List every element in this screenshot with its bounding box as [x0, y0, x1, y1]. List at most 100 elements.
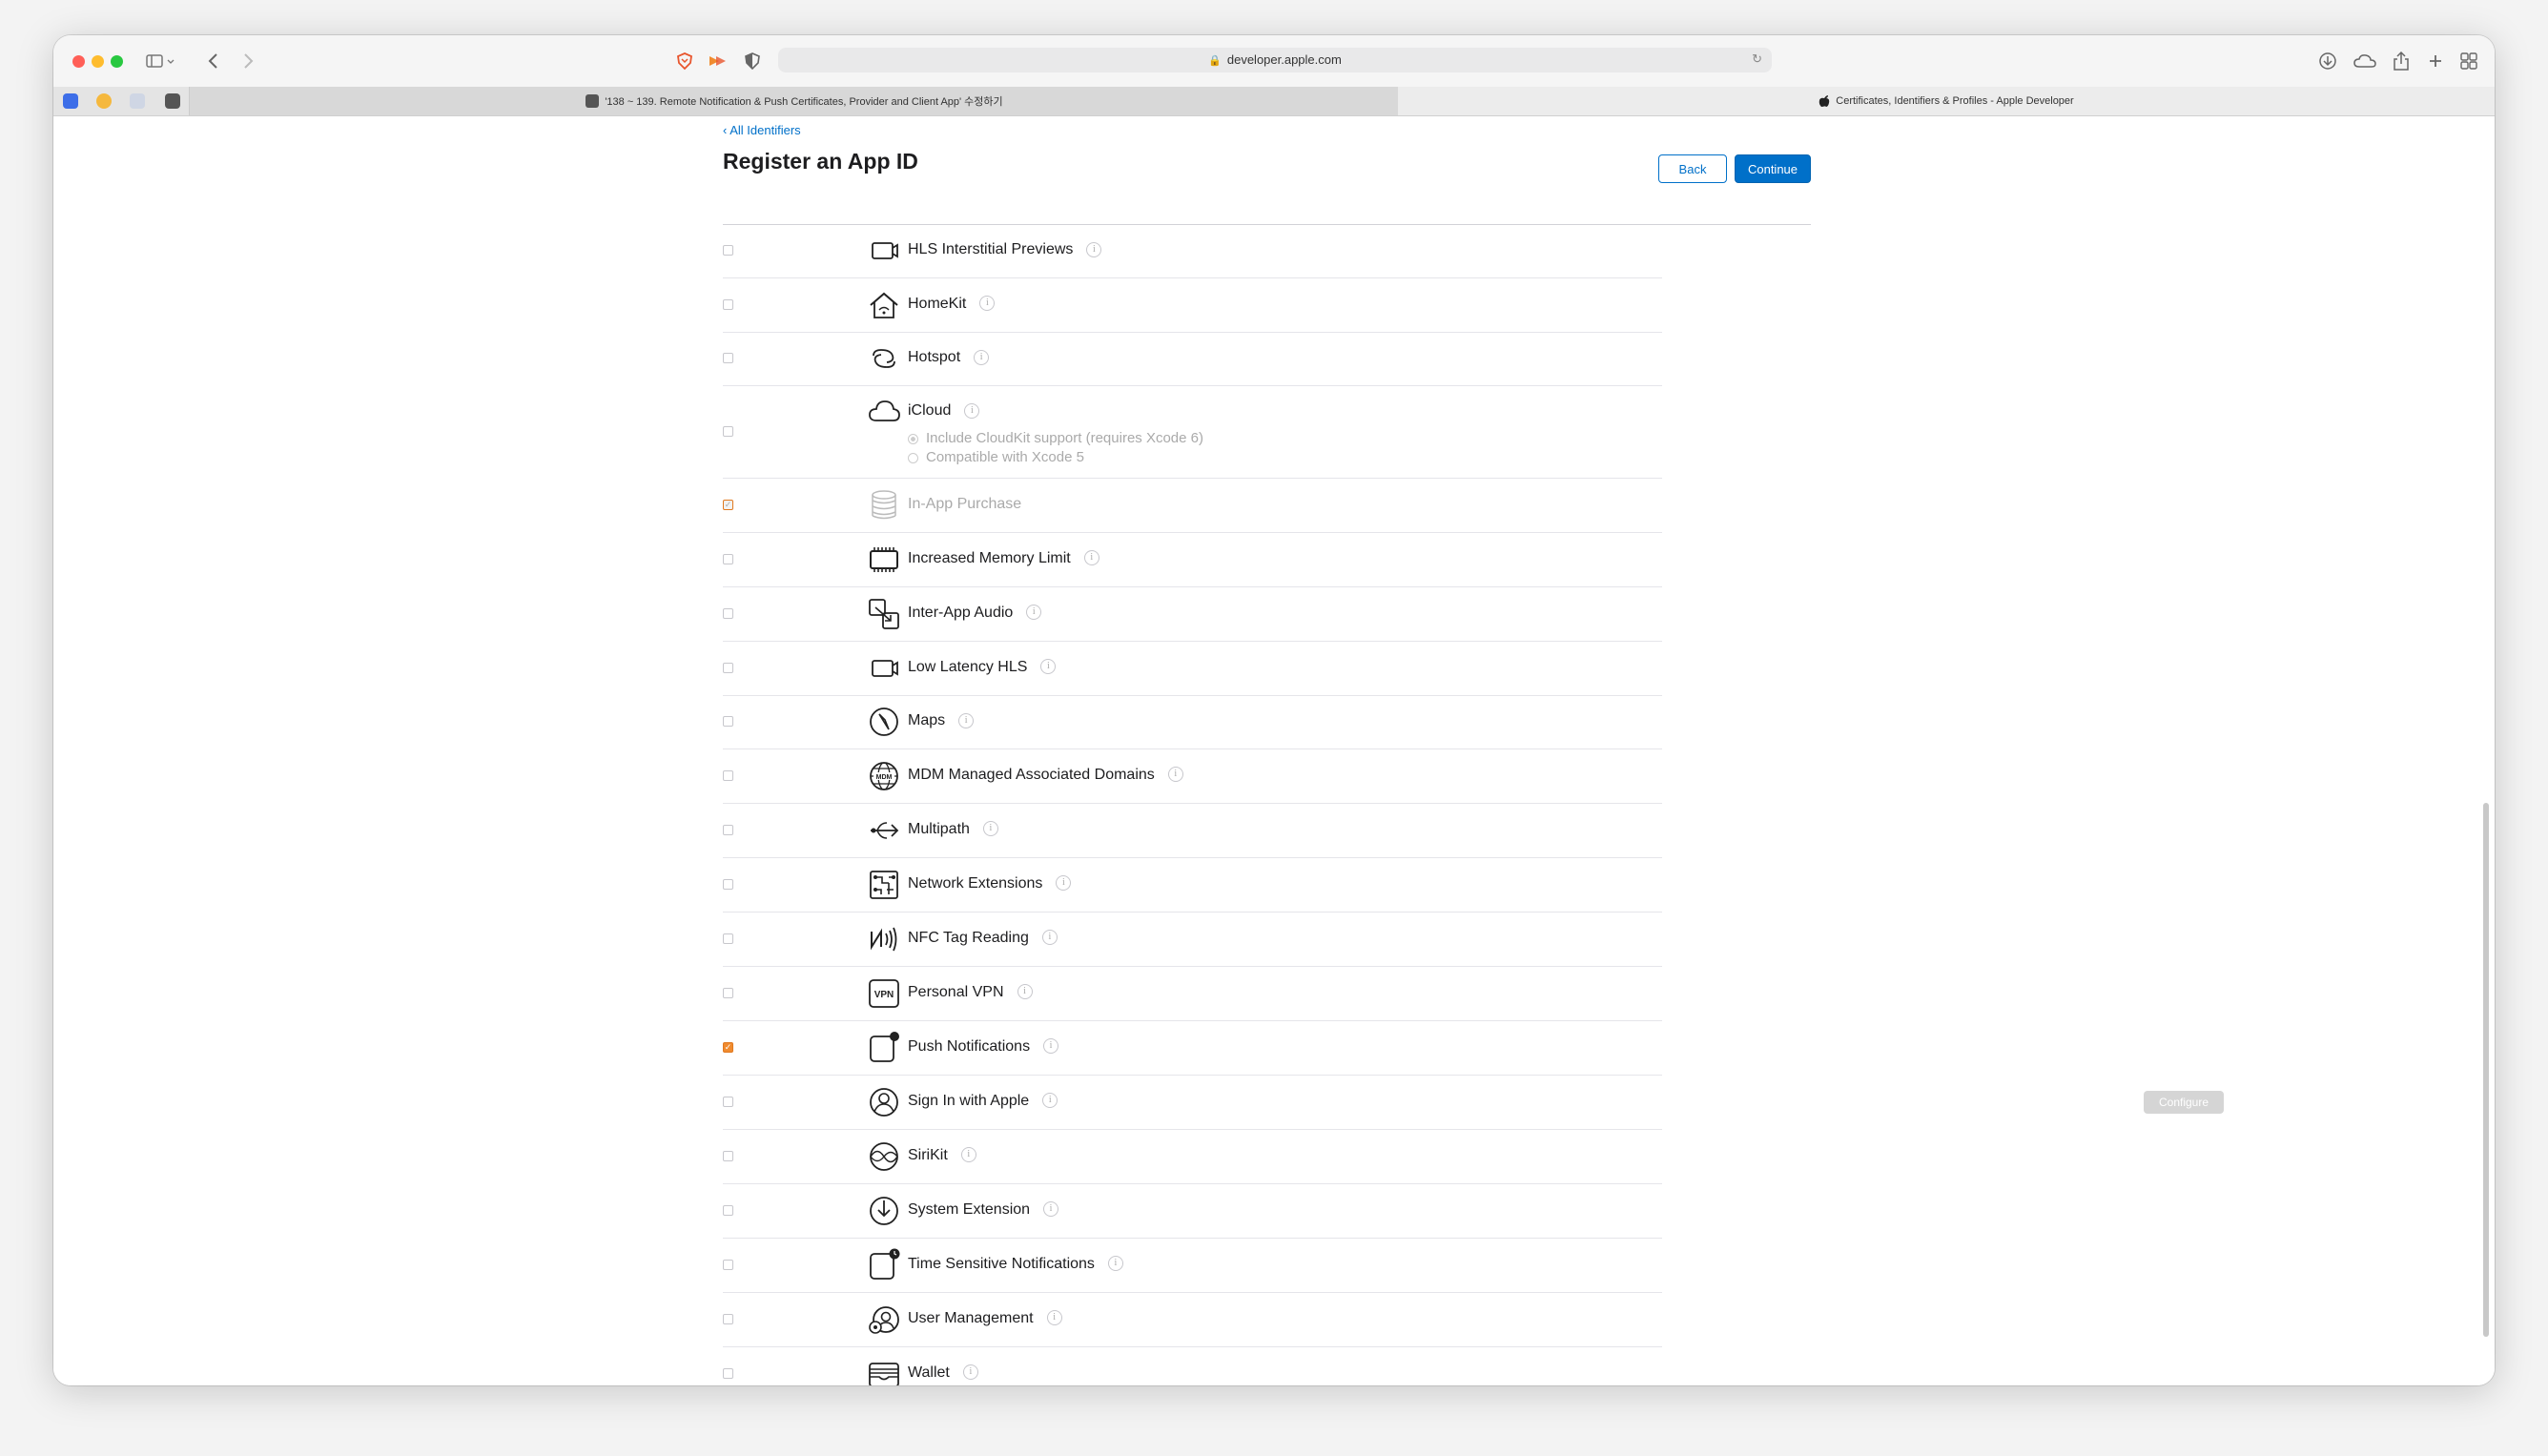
- capability-checkbox[interactable]: [723, 716, 733, 727]
- info-icon[interactable]: i: [1083, 550, 1099, 566]
- capability-checkbox[interactable]: [723, 878, 733, 890]
- capability-checkbox[interactable]: [723, 662, 733, 673]
- minimize-window-button[interactable]: [92, 55, 104, 68]
- capability-label: Increased Memory Limit i: [908, 550, 1099, 567]
- pinned-tab-4[interactable]: [165, 93, 180, 109]
- continue-button[interactable]: Continue: [1735, 154, 1811, 183]
- person-icon: [868, 1086, 900, 1118]
- info-icon[interactable]: i: [1043, 1038, 1059, 1055]
- info-icon[interactable]: i: [974, 349, 990, 365]
- privacy-icon[interactable]: [742, 51, 763, 72]
- info-icon[interactable]: i: [1042, 1093, 1058, 1109]
- capability-label: Push Notifications i: [908, 1038, 1059, 1056]
- capability-row: MDM MDM Managed Associated Domains i: [723, 749, 1662, 804]
- capability-label: HLS Interstitial Previews i: [908, 241, 1102, 258]
- tab-label: Certificates, Identifiers & Profiles - A…: [1836, 95, 2074, 107]
- tab-bar: '138 ~ 139. Remote Notification & Push C…: [53, 87, 2495, 116]
- back-button[interactable]: Back: [1658, 154, 1727, 183]
- pinned-tab-2[interactable]: [96, 93, 112, 109]
- all-identifiers-link[interactable]: ‹ All Identifiers: [723, 123, 801, 137]
- capability-label: Time Sensitive Notifications i: [908, 1256, 1123, 1273]
- capability-checkbox[interactable]: [723, 425, 733, 437]
- tab-favicon: [586, 94, 600, 108]
- browser-window: 🔒 developer.apple.com ↻ '138 ~ 139. Remot…: [53, 35, 2495, 1385]
- capability-label: iCloud i: [908, 402, 980, 420]
- address-bar[interactable]: 🔒 developer.apple.com ↻: [778, 48, 1772, 72]
- capability-name: Increased Memory Limit: [908, 549, 1071, 566]
- info-icon[interactable]: i: [982, 821, 998, 837]
- radio-button: [908, 452, 918, 463]
- info-icon[interactable]: i: [962, 1364, 978, 1381]
- capability-checkbox[interactable]: [723, 824, 733, 835]
- extension-icon[interactable]: [708, 51, 729, 72]
- tab-overview-icon[interactable]: [2458, 51, 2479, 72]
- capability-checkbox[interactable]: [723, 1096, 733, 1107]
- capability-checkbox[interactable]: [723, 987, 733, 998]
- capability-name: HomeKit: [908, 295, 967, 312]
- capability-checkbox[interactable]: [723, 1259, 733, 1270]
- info-icon[interactable]: i: [1043, 1201, 1059, 1218]
- capability-label: Inter-App Audio i: [908, 605, 1042, 622]
- info-icon[interactable]: i: [1026, 605, 1042, 621]
- info-icon[interactable]: i: [1041, 930, 1058, 946]
- info-icon[interactable]: i: [1107, 1256, 1123, 1272]
- option-label: Include CloudKit support (requires Xcode…: [926, 430, 1203, 446]
- capability-name: User Management: [908, 1309, 1034, 1326]
- share-icon[interactable]: [2391, 51, 2412, 72]
- reload-icon[interactable]: ↻: [1752, 51, 1762, 67]
- capability-checkbox[interactable]: ✓: [723, 1041, 733, 1053]
- pinned-tab-3[interactable]: [130, 93, 145, 109]
- tab-apple-developer[interactable]: Certificates, Identifiers & Profiles - A…: [1398, 87, 2495, 115]
- capability-name: System Extension: [908, 1200, 1031, 1218]
- info-icon[interactable]: i: [958, 712, 975, 728]
- capability-checkbox[interactable]: [723, 1150, 733, 1161]
- cloud-icon[interactable]: [2353, 51, 2377, 72]
- capability-checkbox[interactable]: [723, 1367, 733, 1379]
- user-management-icon: [868, 1303, 900, 1336]
- capability-checkbox[interactable]: [723, 353, 733, 363]
- cloud-icon: [868, 396, 900, 428]
- capability-label: Low Latency HLS i: [908, 659, 1057, 676]
- new-tab-icon[interactable]: [2425, 51, 2446, 72]
- brave-shield-icon[interactable]: [674, 51, 695, 72]
- time-sensitive-icon: [868, 1248, 900, 1282]
- capability-row: Wallet i: [723, 1346, 1662, 1385]
- info-icon[interactable]: i: [1056, 875, 1072, 892]
- tab-blog-editor[interactable]: '138 ~ 139. Remote Notification & Push C…: [189, 87, 1400, 115]
- info-icon[interactable]: i: [1167, 767, 1183, 783]
- forward-arrow-icon[interactable]: [237, 51, 258, 72]
- capability-checkbox[interactable]: [723, 553, 733, 564]
- back-arrow-icon[interactable]: [203, 51, 224, 72]
- capability-label: SiriKit i: [908, 1147, 976, 1164]
- capability-row: ✓ Push Notifications i: [723, 1020, 1662, 1076]
- capability-checkbox[interactable]: [723, 245, 733, 256]
- info-icon[interactable]: i: [1086, 241, 1102, 257]
- capability-checkbox[interactable]: [723, 1313, 733, 1324]
- capability-checkbox[interactable]: [723, 1204, 733, 1216]
- capability-label: NFC Tag Reading i: [908, 930, 1058, 947]
- info-icon[interactable]: i: [960, 1147, 976, 1163]
- info-icon[interactable]: i: [964, 402, 980, 419]
- pinned-tab-1[interactable]: [63, 93, 78, 109]
- capability-row: Maps i: [723, 695, 1662, 749]
- info-icon[interactable]: i: [1017, 984, 1033, 1000]
- scrollbar[interactable]: [2483, 803, 2489, 1337]
- close-window-button[interactable]: [72, 55, 85, 68]
- capability-row: Multipath i: [723, 803, 1662, 858]
- capability-checkbox[interactable]: [723, 933, 733, 944]
- sidebar-icon[interactable]: [144, 51, 176, 72]
- capability-checkbox[interactable]: [723, 298, 733, 310]
- capability-label: Personal VPN i: [908, 984, 1033, 1001]
- info-icon[interactable]: i: [1040, 659, 1057, 675]
- capability-checkbox[interactable]: [723, 769, 733, 781]
- download-icon[interactable]: [2317, 51, 2338, 72]
- info-icon[interactable]: i: [979, 296, 996, 312]
- notification-icon: [868, 1031, 900, 1064]
- multipath-icon: [868, 814, 900, 847]
- info-icon[interactable]: i: [1046, 1310, 1062, 1326]
- capability-checkbox[interactable]: [723, 607, 733, 619]
- capability-label: User Management i: [908, 1310, 1062, 1327]
- zoom-window-button[interactable]: [111, 55, 123, 68]
- capability-name: Time Sensitive Notifications: [908, 1255, 1095, 1272]
- capability-label: Sign In with Apple i: [908, 1093, 1058, 1110]
